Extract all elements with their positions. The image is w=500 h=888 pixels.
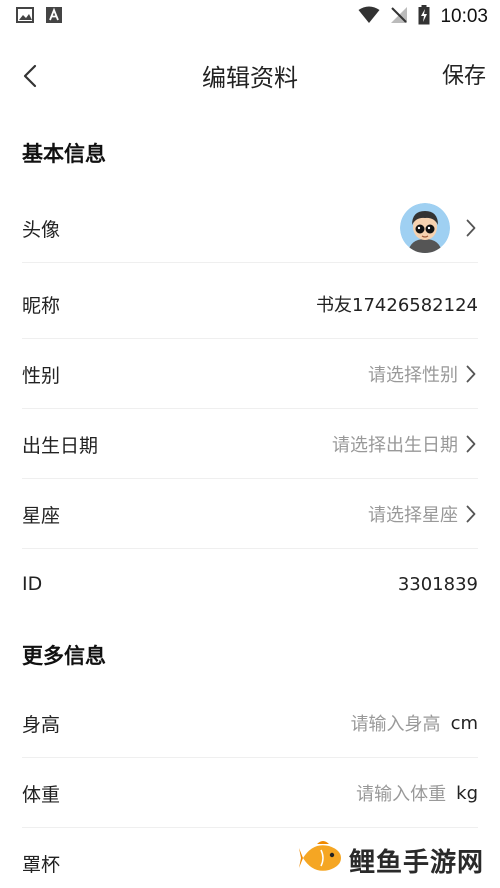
status-right: 10:03 (358, 5, 488, 29)
birthday-placeholder: 请选择出生日期 (332, 435, 458, 456)
status-bar: 10:03 (0, 0, 500, 34)
image-icon (16, 7, 34, 27)
chevron-right-icon (464, 218, 478, 238)
height-input[interactable]: 请输入身高 (351, 710, 441, 736)
chevron-right-icon (464, 364, 478, 384)
zodiac-placeholder: 请选择星座 (368, 505, 458, 526)
row-id: ID 3301839 (0, 549, 500, 619)
row-label: 性别 (22, 364, 61, 387)
row-label: 出生日期 (22, 434, 99, 457)
row-right: 书友17426582124 (316, 291, 478, 317)
row-label: 头像 (22, 218, 61, 241)
row-birthday[interactable]: 出生日期 请选择出生日期 (0, 409, 500, 479)
wifi-icon (358, 6, 380, 28)
section-title-basic: 基本信息 (22, 142, 106, 166)
row-right: 请选择出生日期 (332, 431, 478, 457)
font-icon (46, 7, 62, 27)
row-right: 请输入体重 kg (356, 780, 478, 806)
row-height[interactable]: 身高 请输入身高 cm (0, 688, 500, 758)
row-right: 3301839 (398, 574, 478, 595)
app-header: 编辑资料 保存 (0, 42, 500, 110)
row-label: 体重 (22, 783, 61, 806)
gender-placeholder: 请选择性别 (368, 365, 458, 386)
row-nickname[interactable]: 昵称 书友17426582124 (0, 269, 500, 339)
row-right (400, 203, 478, 253)
weight-unit: kg (456, 782, 478, 804)
row-zodiac[interactable]: 星座 请选择星座 (0, 479, 500, 549)
id-value: 3301839 (397, 573, 478, 595)
watermark-text: 鲤鱼手游网 (348, 847, 484, 878)
nickname-value: 书友17426582124 (316, 295, 478, 316)
height-unit: cm (450, 712, 478, 734)
section-title-more: 更多信息 (22, 644, 106, 668)
weight-input[interactable]: 请输入体重 (356, 780, 446, 806)
save-button[interactable]: 保存 (442, 58, 486, 90)
page-title: 编辑资料 (202, 64, 298, 92)
status-left (16, 7, 62, 27)
row-label: 昵称 (22, 294, 61, 317)
row-label: 罩杯 (22, 853, 61, 876)
row-weight[interactable]: 体重 请输入体重 kg (0, 758, 500, 828)
row-right: 请选择星座 (368, 501, 478, 527)
row-gender[interactable]: 性别 请选择性别 (0, 339, 500, 409)
watermark: 鲤鱼手游网 (298, 840, 484, 880)
row-label: 身高 (22, 713, 61, 736)
status-time: 10:03 (440, 6, 488, 27)
chevron-right-icon (464, 504, 478, 524)
row-right: 请输入身高 cm (351, 710, 478, 736)
avatar[interactable] (400, 203, 450, 253)
battery-charging-icon (418, 5, 430, 29)
row-right: 请选择性别 (368, 361, 478, 387)
row-label: 星座 (22, 504, 61, 527)
row-label: ID (22, 573, 43, 595)
chevron-right-icon (464, 434, 478, 454)
fish-logo-icon (298, 840, 345, 880)
signal-off-icon (390, 6, 408, 28)
divider (22, 262, 478, 263)
row-avatar[interactable]: 头像 (0, 193, 500, 263)
